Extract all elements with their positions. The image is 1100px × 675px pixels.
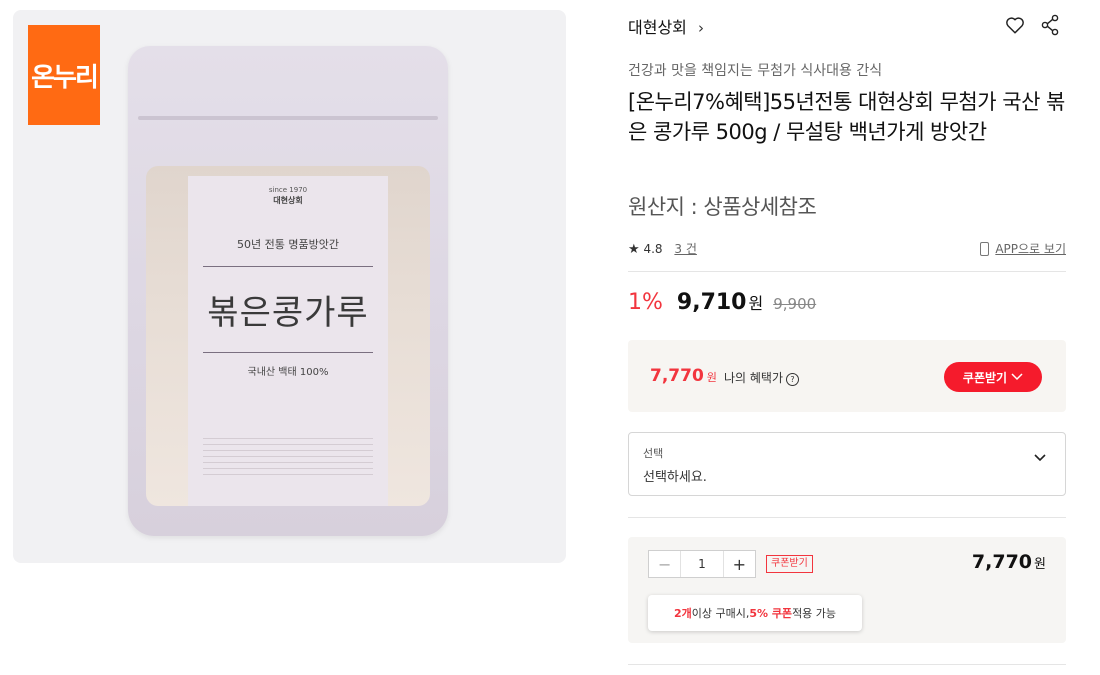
star-icon: ★ [628, 242, 640, 257]
sale-price-unit: 원 [748, 294, 764, 313]
increase-quantity-button[interactable]: + [722, 551, 755, 577]
coupon-mini-button[interactable]: 쿠폰받기 [766, 555, 813, 573]
onnuri-badge: 온누리 [28, 25, 100, 125]
bag-rule-2 [203, 352, 373, 353]
bag-subtitle: 50년 전통 명품방앗간 [237, 238, 339, 251]
store-link[interactable]: 대현상회 [628, 18, 687, 37]
bag-brand: 대현상회 [273, 196, 303, 205]
benefit-label: 나의 혜택가? [724, 369, 800, 386]
bag-origin: 국내산 백태 100% [247, 367, 329, 378]
option-select[interactable]: 선택 선택하세요. [628, 432, 1066, 496]
tooltip-percent: 5% 쿠폰 [749, 607, 793, 620]
option-select-value: 선택하세요. [643, 470, 707, 485]
app-view-link[interactable]: APP으로 보기 [980, 240, 1066, 257]
origin-info: 원산지 : 상품상세참조 [628, 195, 817, 219]
review-count-link[interactable]: 3 건 [674, 242, 697, 256]
bag-rule [203, 266, 373, 267]
quantity-input[interactable]: 1 [681, 551, 722, 577]
heart-icon[interactable] [1004, 14, 1026, 36]
divider [628, 664, 1066, 665]
benefit-box: 7,770 원 나의 혜택가? 쿠폰받기 [628, 340, 1066, 412]
product-bag-illustration: since 1970 대현상회 50년 전통 명품방앗간 볶은콩가루 국내산 백… [128, 46, 448, 536]
phone-icon [980, 242, 990, 256]
benefit-label-text: 나의 혜택가 [724, 371, 784, 385]
price-row: 1% 9,710 원 9,900 [628, 290, 816, 324]
benefit-price: 7,770 원 [650, 366, 717, 386]
chevron-right-icon[interactable]: › [698, 19, 704, 37]
sale-price: 9,710 [676, 290, 747, 315]
total-price-unit: 원 [1034, 557, 1046, 572]
total-price-value: 7,770 [971, 551, 1033, 573]
option-select-label: 선택 [643, 447, 664, 460]
benefit-price-value: 7,770 [650, 366, 704, 386]
total-price: 7,770 원 [972, 551, 1046, 573]
tooltip-text-1: 이상 구매시, [691, 607, 750, 620]
rating-score: 4.8 [643, 242, 663, 256]
rating-row: ★ 4.8 3 건 APP으로 보기 [628, 240, 1066, 260]
quantity-stepper: − 1 + [648, 550, 756, 578]
order-box: − 1 + 쿠폰받기 7,770 원 2개 이상 구매시, 5% 쿠폰 적용 가능 [628, 537, 1066, 643]
coupon-download-button[interactable]: 쿠폰받기 [944, 362, 1042, 392]
product-image[interactable]: 온누리 since 1970 대현상회 50년 전통 명품방앗간 볶은콩가루 국… [13, 10, 566, 563]
tooltip-text-2: 적용 가능 [792, 607, 837, 620]
product-tagline: 건강과 맛을 책임지는 무첨가 식사대용 간식 [628, 63, 883, 79]
help-icon[interactable]: ? [786, 373, 800, 386]
product-title: [온누리7%혜택]55년전통 대현상회 무첨가 국산 볶은 콩가루 500g /… [628, 90, 1065, 144]
divider [628, 517, 1066, 518]
benefit-price-unit: 원 [706, 371, 717, 384]
discount-rate: 1% [628, 290, 663, 315]
bag-label: since 1970 대현상회 50년 전통 명품방앗간 볶은콩가루 국내산 백… [188, 176, 388, 506]
bag-zip [138, 116, 438, 120]
chevron-down-icon [1011, 373, 1023, 381]
tooltip-count: 2개 [673, 607, 692, 620]
chevron-down-icon [1034, 454, 1046, 462]
app-view-label: APP으로 보기 [995, 242, 1066, 256]
coupon-tooltip: 2개 이상 구매시, 5% 쿠폰 적용 가능 [648, 595, 862, 631]
store-row: 대현상회 › [628, 14, 1066, 40]
divider [628, 271, 1066, 272]
original-price: 9,900 [773, 295, 817, 313]
bag-since: since 1970 [268, 186, 308, 194]
bag-fine-print [203, 438, 373, 478]
coupon-button-label: 쿠폰받기 [962, 370, 1008, 385]
bag-product-name: 볶은콩가루 [207, 293, 369, 333]
decrease-quantity-button[interactable]: − [649, 551, 682, 577]
share-icon[interactable] [1040, 14, 1060, 36]
onnuri-badge-text: 온누리 [31, 62, 99, 93]
